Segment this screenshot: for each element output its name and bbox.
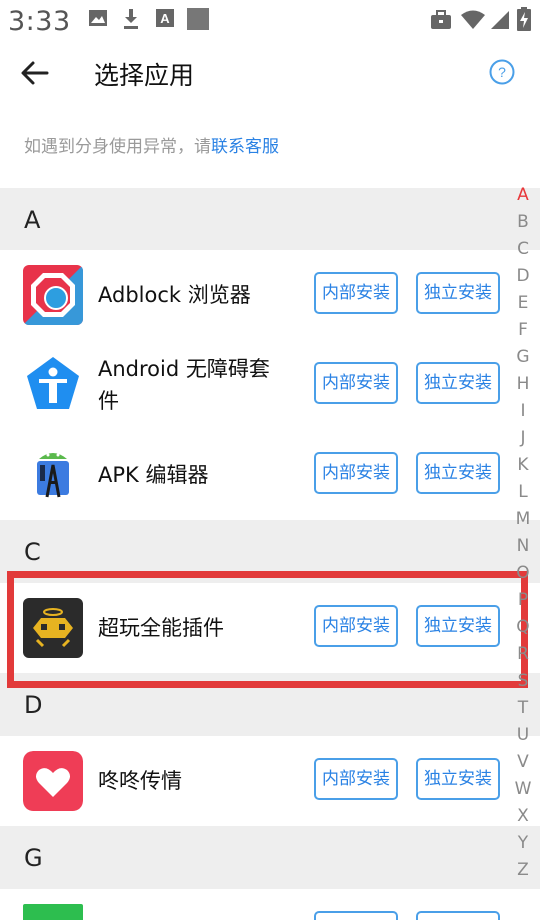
index-letter-j[interactable]: J — [512, 428, 534, 448]
index-letter-u[interactable]: U — [512, 725, 534, 745]
index-letter-n[interactable]: N — [512, 536, 534, 556]
section-header-g: G — [0, 826, 540, 889]
internal-install-button[interactable]: 内部安装 — [314, 362, 398, 404]
signal-icon — [491, 11, 509, 29]
index-letter-a[interactable]: A — [512, 185, 534, 205]
app-name: APK 编辑器 — [98, 463, 209, 487]
image-icon — [89, 10, 107, 26]
svg-text:?: ? — [498, 64, 506, 80]
notice-message: 如遇到分身使用异常，请 — [24, 137, 211, 157]
app-name: Adblock 浏览器 — [98, 283, 251, 307]
page-title: 选择应用 — [94, 61, 195, 90]
heart-app-icon — [23, 751, 83, 811]
section-letter: D — [24, 691, 43, 719]
list-item[interactable]: Adblock 浏览器 内部安装 独立安装 — [0, 250, 540, 340]
index-letter-s[interactable]: S — [512, 671, 534, 691]
accessibility-icon — [23, 355, 83, 415]
internal-install-button[interactable]: 内部安装 — [314, 911, 398, 920]
status-time: 3:33 — [8, 6, 71, 37]
independent-install-button[interactable]: 独立安装 — [416, 758, 500, 800]
independent-install-button[interactable]: 独立安装 — [416, 452, 500, 494]
section-letter: C — [24, 538, 41, 566]
internal-install-button[interactable]: 内部安装 — [314, 272, 398, 314]
index-letter-l[interactable]: L — [512, 482, 534, 502]
index-letter-k[interactable]: K — [512, 455, 534, 475]
question-circle-icon[interactable]: ? — [489, 59, 515, 85]
index-letter-e[interactable]: E — [512, 293, 534, 313]
arrow-left-icon[interactable] — [18, 56, 52, 90]
square-icon — [187, 8, 209, 30]
briefcase-icon — [431, 10, 451, 29]
internal-install-button[interactable]: 内部安装 — [314, 452, 398, 494]
index-letter-r[interactable]: R — [512, 644, 534, 664]
index-letter-q[interactable]: Q — [512, 617, 534, 637]
index-letter-x[interactable]: X — [512, 806, 534, 826]
list-item[interactable]: 咚咚传情 内部安装 独立安装 — [0, 736, 540, 826]
index-letter-g[interactable]: G — [512, 347, 534, 367]
download-icon — [124, 9, 138, 29]
list-item[interactable]: Android 无障碍套 件 内部安装 独立安装 — [0, 340, 540, 430]
index-letter-p[interactable]: P — [512, 590, 534, 610]
index-letter-h[interactable]: H — [512, 374, 534, 394]
green-app-icon — [23, 904, 83, 920]
adblock-icon — [23, 265, 83, 325]
index-letter-v[interactable]: V — [512, 752, 534, 772]
apk-editor-icon — [23, 445, 83, 505]
svg-text:A: A — [160, 11, 170, 26]
index-letter-z[interactable]: Z — [512, 860, 534, 880]
index-letter-w[interactable]: W — [512, 779, 534, 799]
app-name: 咚咚传情 — [98, 769, 182, 793]
list-item[interactable]: APK 编辑器 内部安装 独立安装 — [0, 430, 540, 520]
index-letter-i[interactable]: I — [512, 401, 534, 421]
section-letter: G — [24, 844, 43, 872]
app-bar: 选择应用 ? — [0, 44, 540, 102]
index-letter-f[interactable]: F — [512, 320, 534, 340]
index-letter-t[interactable]: T — [512, 698, 534, 718]
index-letter-c[interactable]: C — [512, 239, 534, 259]
internal-install-button[interactable]: 内部安装 — [314, 758, 398, 800]
index-letter-y[interactable]: Y — [512, 833, 534, 853]
highlight-box — [7, 571, 528, 688]
app-name-line1: Android 无障碍套 — [98, 357, 270, 381]
independent-install-button[interactable]: 独立安装 — [416, 272, 500, 314]
index-letter-d[interactable]: D — [512, 266, 534, 286]
app-name-line2: 件 — [98, 389, 119, 413]
index-letter-m[interactable]: M — [512, 509, 534, 529]
list-item[interactable]: 内部安装 独立安装 — [0, 889, 540, 920]
contact-support-link[interactable]: 联系客服 — [211, 137, 279, 157]
independent-install-button[interactable]: 独立安装 — [416, 911, 500, 920]
battery-charging-icon — [517, 7, 531, 31]
index-letter-b[interactable]: B — [512, 212, 534, 232]
index-letter-o[interactable]: O — [512, 563, 534, 583]
section-header-a: A — [0, 188, 540, 250]
app-name: Android 无障碍套 件 — [98, 353, 270, 417]
status-bar: 3:33 A — [0, 0, 540, 44]
notice-text: 如遇到分身使用异常，请联系客服 — [24, 132, 279, 157]
keyboard-a-icon: A — [156, 9, 174, 27]
wifi-icon — [461, 10, 485, 29]
independent-install-button[interactable]: 独立安装 — [416, 362, 500, 404]
section-letter: A — [24, 206, 41, 234]
